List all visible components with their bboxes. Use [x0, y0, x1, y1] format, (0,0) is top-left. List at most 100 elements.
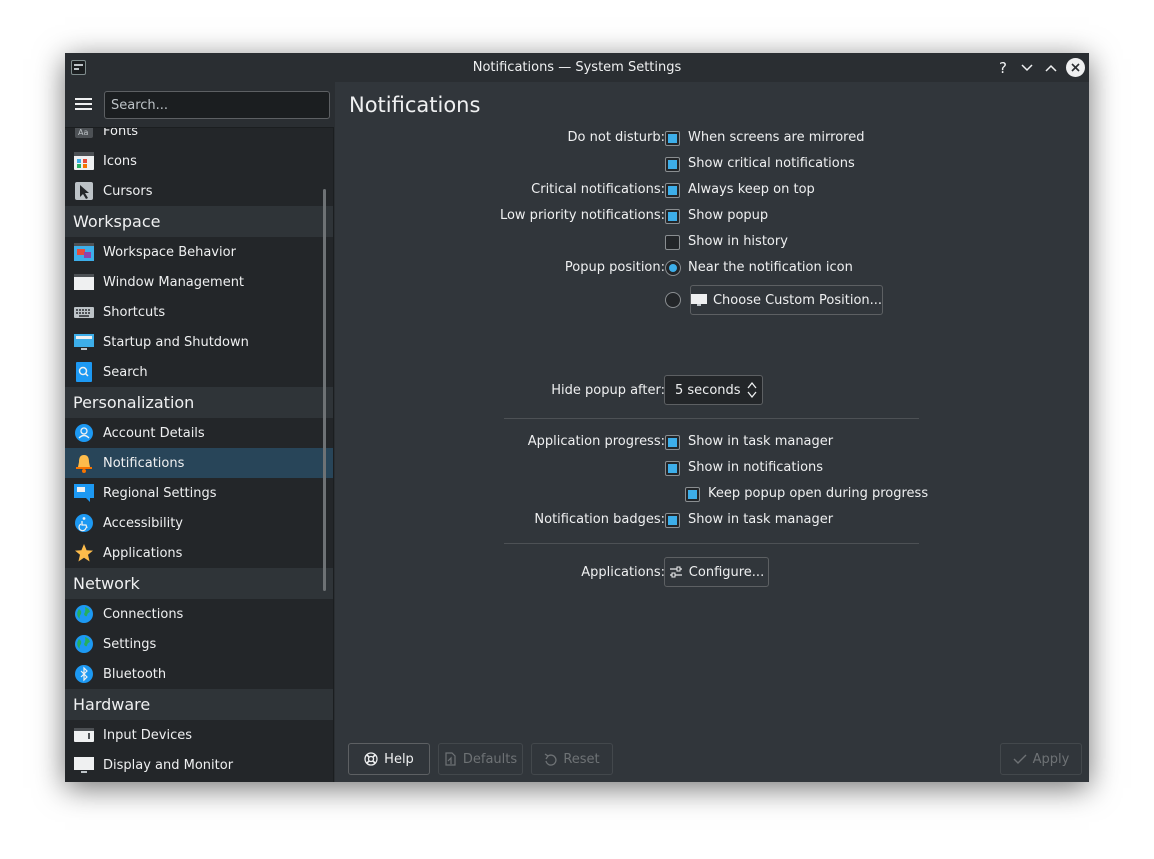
spin-arrows-icon[interactable] [747, 381, 757, 399]
choose-custom-position-label: Choose Custom Position... [712, 292, 883, 308]
near-icon-radio[interactable] [665, 260, 681, 276]
close-icon[interactable] [1066, 58, 1085, 77]
dnd-label: Do not disturb: [567, 130, 665, 145]
help-icon[interactable]: ? [993, 58, 1013, 78]
badges-task-manager-checkbox[interactable] [665, 513, 680, 528]
account-icon [74, 423, 94, 443]
maximize-icon[interactable] [1041, 58, 1061, 78]
keep-popup-open-checkbox[interactable] [685, 487, 700, 502]
reset-button[interactable]: Reset [531, 743, 613, 775]
title-bar: Notifications — System Settings ? [65, 53, 1089, 82]
main-panel: Notifications Do not disturb: When scree… [335, 82, 1089, 782]
system-settings-app-icon[interactable] [71, 60, 86, 75]
sidebar-item-label: Applications [103, 545, 183, 561]
sidebar-item-account-details[interactable]: Account Details [65, 418, 333, 448]
dnd-mirrored-checkbox[interactable] [665, 131, 680, 146]
monitor-icon [74, 755, 94, 775]
near-icon-text: Near the notification icon [688, 260, 853, 275]
sidebar-item-label: Cursors [103, 183, 153, 199]
regional-icon [74, 483, 94, 503]
sidebar-item-regional-settings[interactable]: Regional Settings [65, 478, 333, 508]
hide-popup-label: Hide popup after: [551, 383, 665, 398]
sidebar-item-cursors[interactable]: Cursors [65, 176, 333, 206]
sidebar-item-fonts[interactable]: Aa Fonts [65, 128, 333, 146]
sidebar-item-label: Input Devices [103, 727, 193, 743]
dnd-mirrored-text: When screens are mirrored [688, 130, 865, 145]
sidebar-item-window-management[interactable]: Window Management [65, 267, 333, 297]
search-input[interactable] [104, 91, 330, 119]
sidebar-item-applications[interactable]: Applications [65, 538, 333, 568]
progress-notifications-checkbox[interactable] [665, 461, 680, 476]
window-management-icon [74, 272, 94, 292]
hide-popup-value: 5 seconds [675, 382, 741, 398]
progress-task-manager-text: Show in task manager [688, 434, 834, 449]
keep-on-top-text: Always keep on top [688, 182, 815, 197]
lifebuoy-icon [364, 752, 378, 766]
sidebar-item-search[interactable]: Search [65, 357, 333, 387]
sidebar-item-label: Settings [103, 636, 157, 652]
dnd-critical-checkbox[interactable] [665, 157, 680, 172]
keyboard-icon [74, 302, 94, 322]
help-button[interactable]: Help [348, 743, 430, 775]
configure-label: Configure... [688, 564, 765, 580]
star-icon [74, 543, 94, 563]
configure-icon [669, 566, 683, 578]
sidebar-item-label: Startup and Shutdown [103, 334, 249, 350]
sidebar-item-label: Icons [103, 153, 137, 169]
show-popup-checkbox[interactable] [665, 209, 680, 224]
sidebar-item-shortcuts[interactable]: Shortcuts [65, 297, 333, 327]
search-icon [74, 362, 94, 382]
section-workspace: Workspace [65, 206, 333, 237]
divider [504, 543, 919, 544]
sidebar-item-notifications[interactable]: Notifications [65, 448, 333, 478]
progress-notifications-text: Show in notifications [688, 460, 824, 475]
checkmark-icon [1013, 753, 1027, 765]
svg-text:Aa: Aa [78, 128, 88, 137]
hide-popup-spinbox[interactable]: 5 seconds [664, 375, 763, 405]
sidebar-item-label: Fonts [103, 128, 139, 139]
hamburger-menu-icon[interactable] [75, 98, 92, 111]
workspace-behavior-icon [74, 242, 94, 262]
show-in-history-checkbox[interactable] [665, 235, 680, 250]
section-personalization: Personalization [65, 387, 333, 418]
system-settings-window: Notifications — System Settings ? Aa Fon… [65, 53, 1089, 782]
sidebar-item-label: Bluetooth [103, 666, 167, 682]
reset-label: Reset [563, 751, 600, 767]
show-popup-text: Show popup [688, 208, 769, 223]
sidebar-scrollbar[interactable] [323, 189, 326, 591]
sidebar-item-icons[interactable]: Icons [65, 146, 333, 176]
apply-button[interactable]: Apply [1000, 743, 1082, 775]
cursor-icon [74, 181, 94, 201]
sidebar-item-label: Regional Settings [103, 485, 217, 501]
keep-on-top-checkbox[interactable] [665, 183, 680, 198]
apply-label: Apply [1032, 751, 1070, 767]
custom-position-radio[interactable] [665, 292, 681, 308]
sidebar-item-label: Notifications [103, 455, 185, 471]
sidebar-item-bluetooth[interactable]: Bluetooth [65, 659, 333, 689]
startup-icon [74, 332, 94, 352]
sidebar-item-input-devices[interactable]: Input Devices [65, 720, 333, 750]
sidebar-item-connections[interactable]: Connections [65, 599, 333, 629]
progress-task-manager-checkbox[interactable] [665, 435, 680, 450]
sidebar-item-startup-and-shutdown[interactable]: Startup and Shutdown [65, 327, 333, 357]
badges-task-manager-text: Show in task manager [688, 512, 834, 527]
bell-icon [74, 453, 94, 473]
help-label: Help [384, 751, 414, 767]
configure-button[interactable]: Configure... [664, 557, 769, 587]
sidebar-item-label: Shortcuts [103, 304, 166, 320]
globe-icon [74, 634, 94, 654]
accessibility-icon [74, 513, 94, 533]
icons-icon [74, 151, 94, 171]
page-title: Notifications [349, 93, 481, 117]
choose-custom-position-button[interactable]: Choose Custom Position... [690, 285, 883, 315]
sidebar-item-display-and-monitor[interactable]: Display and Monitor [65, 750, 333, 780]
minimize-icon[interactable] [1017, 58, 1037, 78]
sidebar-list: Aa Fonts Icons Cursors Workspace Workspa… [65, 128, 334, 782]
defaults-button[interactable]: Defaults [438, 743, 523, 775]
section-network: Network [65, 568, 333, 599]
keep-popup-open-text: Keep popup open during progress [708, 486, 929, 501]
sidebar-item-network-settings[interactable]: Settings [65, 629, 333, 659]
sidebar-item-accessibility[interactable]: Accessibility [65, 508, 333, 538]
popup-position-label: Popup position: [564, 260, 665, 275]
sidebar-item-workspace-behavior[interactable]: Workspace Behavior [65, 237, 333, 267]
